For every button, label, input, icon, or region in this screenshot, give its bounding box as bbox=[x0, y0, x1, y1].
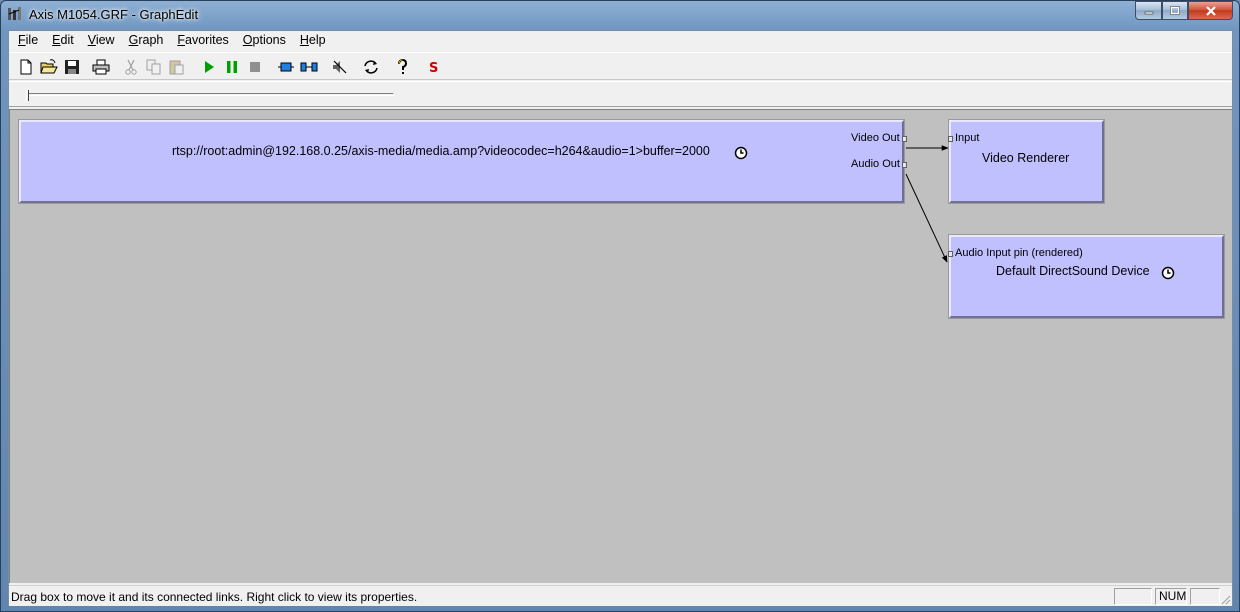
pin-input[interactable] bbox=[948, 136, 953, 142]
cut-button[interactable] bbox=[119, 55, 142, 78]
status-bar: Drag box to move it and its connected li… bbox=[9, 585, 1232, 606]
open-button[interactable] bbox=[37, 55, 60, 78]
refresh-button[interactable] bbox=[359, 55, 382, 78]
seek-thumb[interactable] bbox=[26, 90, 29, 101]
menu-edit[interactable]: Edit bbox=[45, 31, 81, 50]
menu-help[interactable]: Help bbox=[293, 31, 333, 50]
refresh-icon bbox=[363, 59, 378, 74]
paste-button[interactable] bbox=[165, 55, 188, 78]
new-icon bbox=[20, 59, 31, 74]
maximize-icon bbox=[1170, 5, 1180, 15]
clock-icon bbox=[1161, 266, 1175, 280]
window-title: Axis M1054.GRF - GraphEdit bbox=[29, 7, 199, 22]
filter-rtsp-source[interactable]: rtsp://root:admin@192.168.0.25/axis-medi… bbox=[18, 119, 907, 204]
paste-icon bbox=[169, 60, 183, 74]
minimize-icon bbox=[1144, 11, 1153, 14]
filter-directsound-device[interactable]: Audio Input pin (rendered) Default Direc… bbox=[948, 234, 1225, 319]
pin-audio-input[interactable] bbox=[948, 251, 953, 257]
status-text: Drag box to move it and its connected li… bbox=[11, 590, 418, 604]
app-window: Axis M1054.GRF - GraphEdit File Edit Vie… bbox=[0, 0, 1240, 612]
print-button[interactable] bbox=[89, 55, 112, 78]
pause-icon bbox=[226, 60, 237, 73]
menu-view[interactable]: View bbox=[81, 31, 122, 50]
clock-icon bbox=[734, 146, 748, 160]
connect-button[interactable] bbox=[297, 55, 320, 78]
maximize-button[interactable] bbox=[1162, 1, 1188, 20]
toolbar: S bbox=[9, 52, 1232, 80]
help-icon bbox=[397, 58, 407, 74]
svg-text:S: S bbox=[429, 61, 438, 76]
open-icon bbox=[39, 58, 58, 73]
seek-bar-area bbox=[9, 81, 1232, 107]
seek-icon: S bbox=[429, 61, 438, 76]
connect-icon bbox=[300, 62, 317, 71]
pin-label-audio-out: Audio Out bbox=[851, 158, 900, 170]
mute-button[interactable] bbox=[328, 55, 351, 78]
link-audio[interactable] bbox=[905, 173, 948, 263]
cut-icon bbox=[124, 59, 137, 75]
stop-button[interactable] bbox=[243, 55, 266, 78]
minimize-button[interactable] bbox=[1135, 1, 1162, 20]
pin-audio-out[interactable] bbox=[902, 162, 907, 168]
seek-button[interactable]: S bbox=[421, 55, 444, 78]
status-pane-caps bbox=[1114, 588, 1152, 605]
menu-options[interactable]: Options bbox=[236, 31, 293, 50]
resize-grip-icon[interactable] bbox=[1219, 593, 1231, 605]
menu-bar: File Edit View Graph Favorites Options H… bbox=[9, 31, 1232, 50]
play-button[interactable] bbox=[197, 55, 220, 78]
filter-name: Video Renderer bbox=[982, 151, 1070, 165]
menu-graph[interactable]: Graph bbox=[122, 31, 171, 50]
graph-canvas[interactable]: rtsp://root:admin@192.168.0.25/axis-medi… bbox=[9, 109, 1232, 583]
title-bar[interactable]: Axis M1054.GRF - GraphEdit bbox=[1, 1, 1239, 29]
help-button[interactable] bbox=[390, 55, 413, 78]
status-pane-num: NUM bbox=[1155, 588, 1187, 605]
close-icon bbox=[1205, 5, 1216, 16]
pin-label-video-out: Video Out bbox=[851, 132, 900, 144]
pin-label-audio-input: Audio Input pin (rendered) bbox=[955, 247, 1083, 259]
client-area: File Edit View Graph Favorites Options H… bbox=[8, 30, 1233, 606]
graphedit-app-icon[interactable] bbox=[7, 6, 23, 22]
filter-name: rtsp://root:admin@192.168.0.25/axis-medi… bbox=[172, 144, 710, 158]
play-icon bbox=[204, 60, 214, 73]
close-button[interactable] bbox=[1188, 1, 1233, 20]
insert-filter-button[interactable] bbox=[274, 55, 297, 78]
new-button[interactable] bbox=[14, 55, 37, 78]
pin-label-input: Input bbox=[955, 132, 980, 144]
save-button[interactable] bbox=[60, 55, 83, 78]
filter-icon bbox=[277, 62, 294, 71]
copy-button[interactable] bbox=[142, 55, 165, 78]
seek-track[interactable] bbox=[26, 93, 394, 96]
print-icon bbox=[92, 59, 109, 74]
save-icon bbox=[64, 59, 79, 74]
mute-icon bbox=[332, 60, 346, 73]
menu-favorites[interactable]: Favorites bbox=[170, 31, 235, 50]
stop-icon bbox=[249, 61, 260, 72]
filter-name: Default DirectSound Device bbox=[996, 264, 1150, 278]
copy-icon bbox=[146, 59, 160, 74]
pause-button[interactable] bbox=[220, 55, 243, 78]
filter-video-renderer[interactable]: Input Video Renderer bbox=[948, 119, 1105, 204]
pin-video-out[interactable] bbox=[902, 136, 907, 142]
status-pane-scroll bbox=[1190, 588, 1220, 605]
menu-file[interactable]: File bbox=[11, 31, 45, 50]
